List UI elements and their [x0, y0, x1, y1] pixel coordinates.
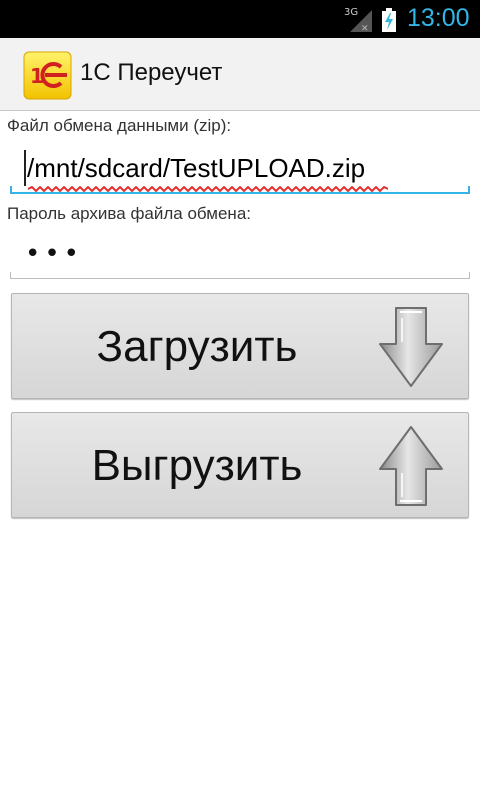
file-path-value: /mnt/sdcard/TestUPLOAD.zip [27, 153, 366, 183]
field-underline [10, 278, 470, 279]
file-label: Файл обмена данными (zip): [7, 116, 232, 135]
status-clock: 13:00 [407, 4, 470, 32]
password-label: Пароль архива файла обмена: [7, 204, 252, 223]
status-bar: 3G ✕ 13:00 [0, 0, 480, 38]
battery-charging-icon [382, 8, 396, 32]
app-screen: 1 1С Переучет Файл обмена данными (zip):… [0, 38, 480, 800]
arrow-down-icon [379, 307, 443, 387]
app-title: 1С Переучет [80, 59, 223, 86]
load-button-label: Загрузить [96, 322, 298, 371]
load-button[interactable]: Загрузить [11, 293, 469, 399]
field-underline [10, 192, 470, 194]
unload-button-label: Выгрузить [91, 441, 303, 490]
text-cursor [24, 150, 26, 186]
svg-text:✕: ✕ [361, 24, 369, 34]
unload-button[interactable]: Выгрузить [11, 412, 469, 518]
arrow-up-icon [379, 426, 443, 506]
password-field[interactable]: ••• [10, 233, 470, 279]
signal-icon: ✕ [350, 10, 372, 34]
password-value: ••• [25, 239, 84, 269]
1c-logo[interactable]: 1 [23, 51, 72, 100]
file-path-field[interactable]: /mnt/sdcard/TestUPLOAD.zip [10, 146, 470, 194]
action-bar: 1 1С Переучет [0, 38, 480, 111]
